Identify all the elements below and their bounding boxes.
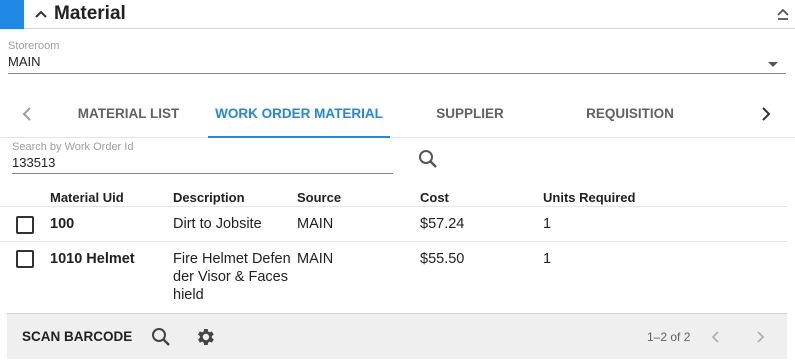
gear-icon[interactable] <box>194 326 216 348</box>
column-header-cost[interactable]: Cost <box>420 190 449 205</box>
section-title: Material <box>54 3 126 24</box>
material-uid: 100 <box>50 216 75 232</box>
material-cost: $55.50 <box>420 251 465 267</box>
tab-supplier[interactable]: SUPPLIER <box>420 90 520 138</box>
column-header-material-uid[interactable]: Material Uid <box>50 190 124 205</box>
table-row[interactable]: 1010 Helmet Fire Helmet Defender Visor &… <box>0 242 787 313</box>
column-header-source[interactable]: Source <box>297 190 341 205</box>
row-checkbox[interactable] <box>16 250 34 268</box>
scan-barcode-button[interactable]: SCAN BARCODE <box>22 329 132 344</box>
collapse-icon[interactable] <box>775 6 791 22</box>
header-accent-bar <box>0 0 24 29</box>
storeroom-select[interactable]: Storeroom MAIN <box>8 40 786 74</box>
pagination-range: 1–2 of 2 <box>647 330 691 344</box>
row-checkbox[interactable] <box>16 216 34 234</box>
material-cost: $57.24 <box>420 216 465 232</box>
tab-material-list[interactable]: MATERIAL LIST <box>62 90 195 138</box>
units-required: 1 <box>543 216 552 232</box>
chevron-left-icon[interactable] <box>17 104 37 124</box>
footer-toolbar: SCAN BARCODE 1–2 of 2 <box>7 313 787 359</box>
tab-requisition[interactable]: REQUISITION <box>570 90 690 138</box>
chevron-left-icon[interactable] <box>707 328 725 346</box>
search-label: Search by Work Order Id <box>12 141 134 153</box>
search-icon[interactable] <box>150 326 172 348</box>
tab-label: WORK ORDER MATERIAL <box>215 106 383 121</box>
tab-label: SUPPLIER <box>436 106 504 121</box>
search-value: 133513 <box>12 155 56 170</box>
units-required: 1 <box>543 251 552 267</box>
table-header: Material Uid Description Source Cost Uni… <box>0 189 787 207</box>
chevron-up-icon[interactable] <box>32 5 50 23</box>
tab-label: REQUISITION <box>586 106 674 121</box>
tab-active-indicator <box>208 136 390 138</box>
column-header-description[interactable]: Description <box>173 190 245 205</box>
dropdown-caret-icon[interactable] <box>768 62 778 67</box>
material-uid: 1010 Helmet <box>50 251 135 267</box>
tab-label: MATERIAL LIST <box>77 106 180 121</box>
material-source: MAIN <box>297 216 334 232</box>
material-description: Fire Helmet Defender Visor & Faceshield <box>173 251 291 303</box>
table-row[interactable]: 100 Dirt to Jobsite MAIN $57.24 1 <box>0 207 787 242</box>
chevron-right-icon[interactable] <box>756 104 776 124</box>
material-description: Dirt to Jobsite <box>173 216 262 232</box>
storeroom-value: MAIN <box>8 54 41 69</box>
column-header-units-required[interactable]: Units Required <box>543 190 635 205</box>
section-header: Material <box>0 0 795 29</box>
tab-bar: MATERIAL LIST WORK ORDER MATERIAL SUPPLI… <box>0 90 795 138</box>
chevron-right-icon[interactable] <box>751 328 769 346</box>
work-order-search-field[interactable]: Search by Work Order Id 133513 <box>12 141 393 174</box>
material-source: MAIN <box>297 251 334 267</box>
search-icon[interactable] <box>417 148 439 170</box>
tab-work-order-material[interactable]: WORK ORDER MATERIAL <box>208 90 390 138</box>
storeroom-label: Storeroom <box>8 40 60 52</box>
